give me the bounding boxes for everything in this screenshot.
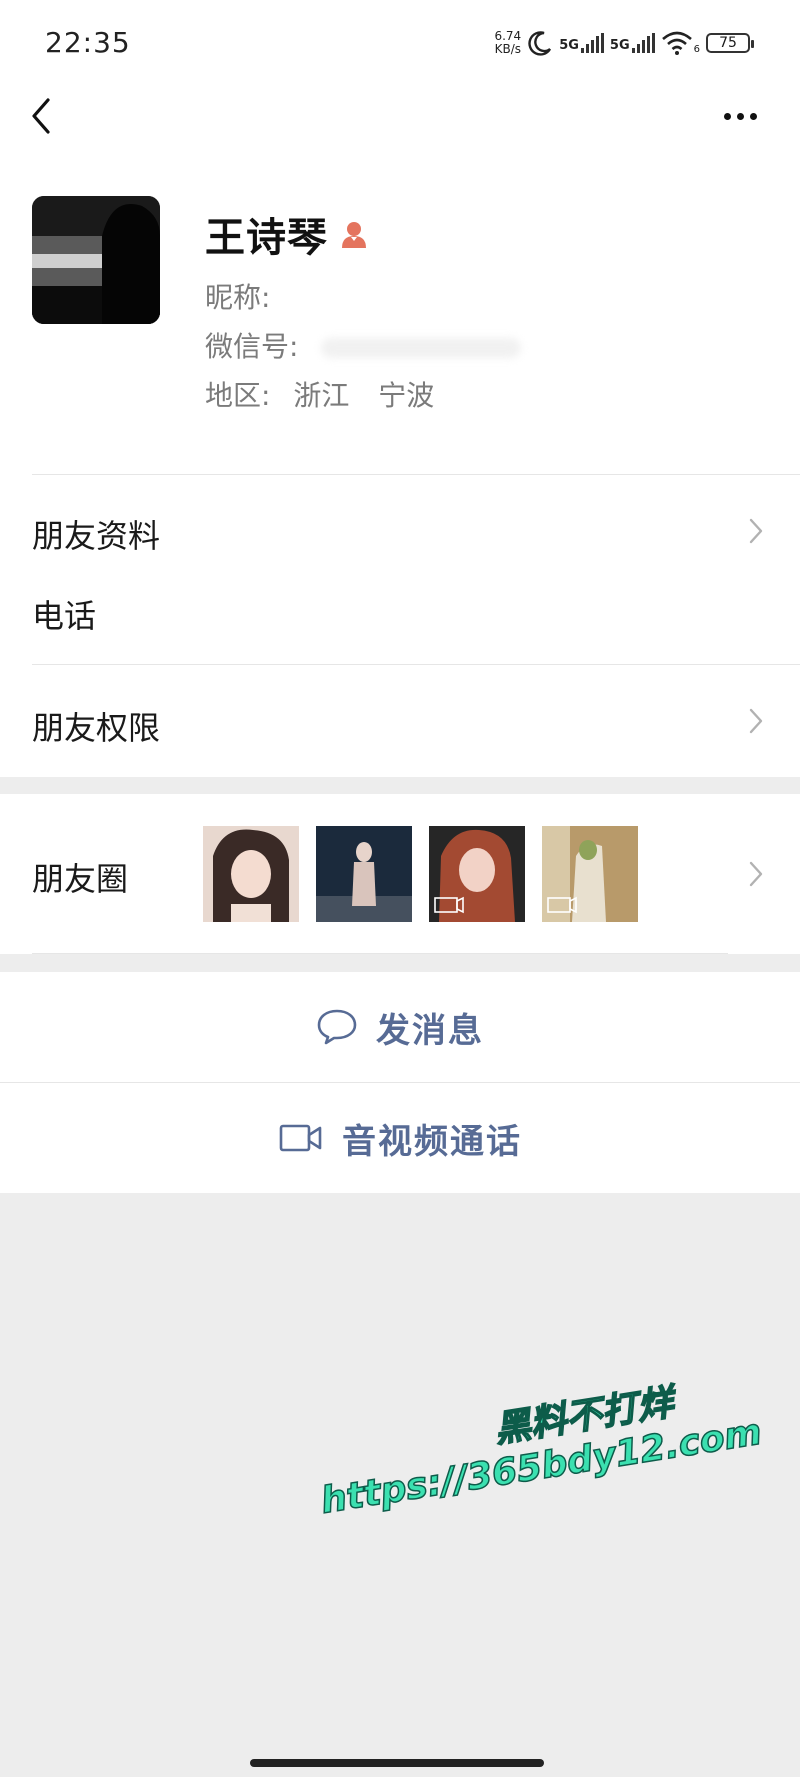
network-type-2: 5G	[609, 38, 630, 53]
send-message-label: 发消息	[376, 1010, 484, 1051]
battery-level: 75	[719, 35, 737, 51]
moments-thumbnail	[542, 826, 638, 922]
chevron-right-icon[interactable]	[748, 707, 764, 735]
divider	[32, 664, 800, 665]
moments-label: 朋友圈	[32, 860, 129, 898]
video-camera-icon	[279, 1124, 322, 1152]
moments-row[interactable]: 朋友圈	[0, 794, 800, 954]
network-speed: 6.74 KB/s	[494, 30, 521, 56]
back-arrow-icon[interactable]	[26, 96, 56, 136]
chevron-right-icon[interactable]	[748, 517, 764, 545]
wifi-status: 6	[661, 31, 700, 55]
status-icons: 6.74 KB/s 5G 5G 6 75	[494, 26, 754, 60]
moments-thumbnail	[429, 826, 525, 922]
region-label: 地区:	[205, 379, 271, 412]
wechat-id-redacted	[321, 338, 522, 358]
home-indicator[interactable]	[250, 1759, 544, 1767]
watermark: 黑料不打烊 https://365bdy12.com	[310, 1360, 765, 1522]
cellular-signal-2: 5G	[610, 33, 655, 53]
chat-bubble-icon	[317, 1009, 357, 1045]
send-message-button[interactable]: 发消息	[0, 972, 800, 1082]
signal-bars-icon	[631, 33, 655, 53]
avatar[interactable]	[32, 196, 160, 324]
gender-female-icon	[342, 222, 366, 248]
divider	[32, 953, 728, 954]
status-time: 22:35	[45, 26, 131, 59]
moments-thumbnail	[203, 826, 299, 922]
status-bar: 22:35 6.74 KB/s 5G 5G 6 75	[0, 0, 800, 80]
nickname-row: 昵称:	[205, 276, 284, 316]
cellular-signal-1: 5G	[559, 33, 604, 53]
permissions-row[interactable]: 朋友权限	[32, 703, 160, 749]
profile-name: 王诗琴	[205, 215, 328, 261]
video-call-label: 音视频通话	[342, 1121, 522, 1162]
wifi-icon	[661, 31, 692, 55]
moments-thumbnail	[316, 826, 412, 922]
avatar-image	[32, 196, 160, 324]
phone-row[interactable]: 电话	[32, 591, 96, 637]
wifi-sub-label: 6	[693, 44, 700, 55]
signal-bars-icon	[580, 33, 604, 53]
friend-info-row[interactable]: 朋友资料	[32, 511, 160, 557]
video-call-button[interactable]: 音视频通话	[0, 1083, 800, 1193]
region-city: 宁波	[378, 379, 435, 412]
region-row: 地区: 浙江 宁波	[205, 374, 454, 414]
nickname-label: 昵称:	[205, 281, 271, 314]
more-dots-icon[interactable]	[724, 104, 764, 128]
divider	[32, 474, 800, 475]
wechat-id-row: 微信号:	[205, 325, 522, 365]
moon-icon	[528, 31, 552, 56]
wechat-id-label: 微信号:	[205, 330, 299, 363]
battery-icon: 75	[706, 33, 754, 53]
network-speed-unit: KB/s	[494, 42, 522, 56]
region-province: 浙江	[293, 379, 350, 412]
profile-name-row: 王诗琴	[205, 205, 370, 263]
chevron-right-icon[interactable]	[748, 860, 764, 888]
network-type-1: 5G	[559, 38, 579, 53]
